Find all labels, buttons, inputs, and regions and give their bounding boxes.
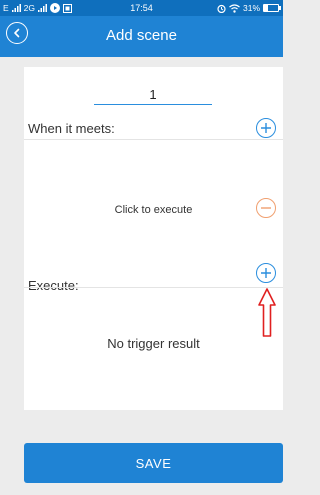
save-button[interactable]: SAVE — [24, 443, 283, 483]
execute-label: Execute: — [28, 278, 79, 293]
plus-icon — [261, 268, 271, 278]
click-to-execute-text[interactable]: Click to execute — [24, 204, 283, 216]
scene-name-input[interactable] — [94, 84, 212, 105]
condition-divider — [24, 139, 283, 140]
battery-percentage: 31% — [242, 3, 260, 13]
status-bar: E 2G 17:54 31% — [0, 0, 283, 16]
battery-icon — [263, 4, 281, 12]
plus-icon — [261, 123, 271, 133]
add-action-button[interactable] — [256, 263, 276, 283]
minus-icon — [261, 207, 271, 209]
wifi-icon — [229, 3, 240, 13]
scene-form-card: When it meets: Click to execute Execute:… — [24, 67, 283, 410]
battery-level — [264, 5, 269, 11]
add-condition-button[interactable] — [256, 118, 276, 138]
alarm-icon — [217, 4, 226, 13]
when-it-meets-label: When it meets: — [28, 121, 115, 136]
page-title: Add scene — [106, 27, 177, 44]
app-header: Add scene — [0, 16, 283, 57]
action-divider — [24, 287, 283, 288]
annotation-arrow-icon — [258, 288, 276, 337]
remove-condition-button[interactable] — [256, 198, 276, 218]
no-trigger-result-text: No trigger result — [107, 336, 200, 351]
status-bar-right: 31% — [217, 3, 281, 13]
